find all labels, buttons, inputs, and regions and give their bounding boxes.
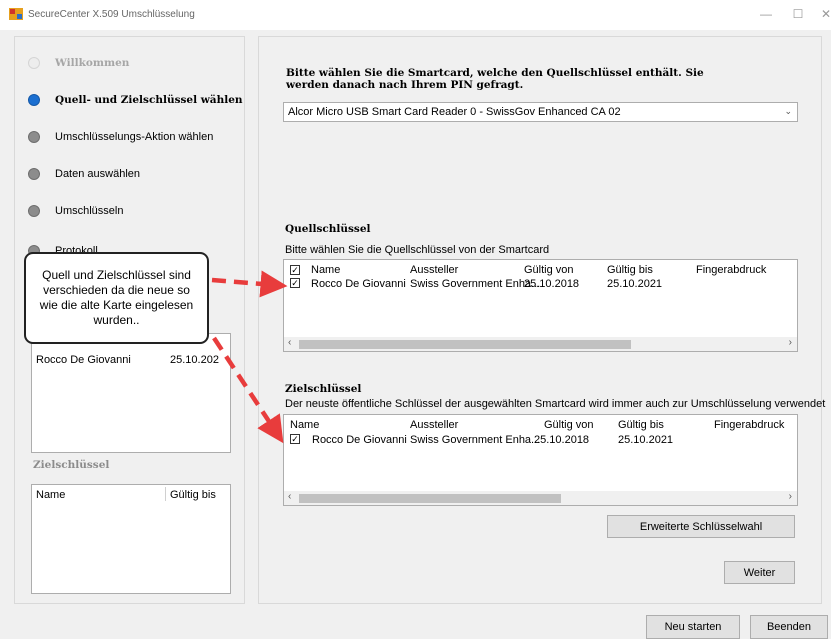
step-indicator-icon [28, 57, 40, 69]
restart-button[interactable]: Neu starten [646, 615, 740, 639]
scrollbar-thumb[interactable] [299, 494, 561, 503]
step-welcome: Willkommen [28, 53, 129, 73]
step-label: Umschlüsselungs-Aktion wählen [55, 131, 214, 143]
target-key-list[interactable]: Name Aussteller Gültig von Gültig bis Fi… [283, 414, 798, 506]
table-row[interactable]: ✓ Rocco De Giovanni Swiss Government Enh… [284, 275, 797, 291]
horizontal-scrollbar[interactable]: ‹ › [284, 337, 797, 351]
step-indicator-icon [28, 168, 40, 180]
step-label: Willkommen [55, 57, 130, 69]
cell-valid-from: 25.10.2018 [524, 278, 580, 290]
column-divider [165, 487, 166, 501]
row-checkbox[interactable]: ✓ [290, 278, 300, 288]
step-select-action: Umschlüsselungs-Aktion wählen [28, 127, 213, 147]
cell-valid-from: 25.10.2018 [534, 434, 590, 446]
quit-button[interactable]: Beenden [750, 615, 828, 639]
column-header-issuer[interactable]: Aussteller [410, 419, 458, 431]
select-all-checkbox[interactable]: ✓ [290, 265, 300, 275]
scroll-right-icon[interactable]: › [789, 491, 792, 502]
extended-key-selection-button[interactable]: Erweiterte Schlüsselwahl [607, 515, 795, 538]
list-item-date: 25.10.202 [170, 354, 219, 366]
left-target-key-list[interactable]: Name Gültig bis [31, 484, 231, 594]
left-target-key-title: Zielschlüssel [33, 459, 110, 471]
step-select-keys: Quell- und Zielschlüssel wählen [28, 90, 243, 110]
cell-valid-until: 25.10.2021 [618, 434, 674, 446]
cell-issuer: Swiss Government Enha... [410, 434, 541, 446]
card-reader-select[interactable]: Alcor Micro USB Smart Card Reader 0 - Sw… [283, 102, 798, 122]
minimize-button[interactable]: — [756, 7, 776, 21]
next-button[interactable]: Weiter [724, 561, 795, 584]
step-indicator-icon [28, 131, 40, 143]
title-bar: SecureCenter X.509 Umschlüsselung — ☐ ✕ [0, 0, 831, 30]
step-rekey: Umschlüsseln [28, 201, 123, 221]
cell-name: Rocco De Giovanni [311, 278, 406, 290]
scroll-left-icon[interactable]: ‹ [288, 491, 291, 502]
source-key-title: Quellschlüssel [285, 223, 371, 235]
horizontal-scrollbar[interactable]: ‹ › [284, 491, 797, 505]
column-header-valid-until[interactable]: Gültig bis [170, 489, 216, 501]
source-key-subtitle: Bitte wählen Sie die Quellschlüssel von … [285, 244, 550, 256]
table-row[interactable]: ✓ Rocco De Giovanni Swiss Government Enh… [284, 431, 797, 447]
column-header-fingerprint[interactable]: Fingerabdruck [714, 419, 784, 431]
step-label: Umschlüsseln [55, 205, 124, 217]
card-reader-value: Alcor Micro USB Smart Card Reader 0 - Sw… [288, 106, 621, 118]
target-key-subtitle: Der neuste öffentliche Schlüssel der aus… [285, 398, 826, 410]
step-label: Quell- und Zielschlüssel wählen [55, 94, 243, 106]
column-header-name[interactable]: Name [36, 489, 65, 501]
scrollbar-thumb[interactable] [299, 340, 631, 349]
cell-valid-until: 25.10.2021 [607, 278, 663, 290]
instruction-text: Bitte wählen Sie die Smartcard, welche d… [286, 67, 704, 91]
window-title: SecureCenter X.509 Umschlüsselung [28, 9, 195, 20]
maximize-button[interactable]: ☐ [788, 7, 808, 21]
step-select-data: Daten auswählen [28, 164, 140, 184]
left-source-key-list[interactable]: Rocco De Giovanni 25.10.202 [31, 333, 231, 453]
cell-issuer: Swiss Government Enha... [410, 278, 541, 290]
scroll-right-icon[interactable]: › [789, 337, 792, 348]
column-header-valid-from[interactable]: Gültig von [544, 419, 594, 431]
chevron-down-icon: ⌄ [784, 106, 792, 116]
target-key-title: Zielschlüssel [285, 383, 362, 395]
cell-name: Rocco De Giovanni [312, 434, 407, 446]
column-header-valid-until[interactable]: Gültig bis [618, 419, 664, 431]
source-key-list[interactable]: ✓ Name Aussteller Gültig von Gültig bis … [283, 259, 798, 352]
app-icon [9, 8, 23, 20]
scroll-left-icon[interactable]: ‹ [288, 337, 291, 348]
list-item-name: Rocco De Giovanni [36, 354, 131, 366]
close-button[interactable]: ✕ [816, 7, 831, 21]
row-checkbox[interactable]: ✓ [290, 434, 300, 444]
step-label: Daten auswählen [55, 168, 141, 180]
step-indicator-icon [28, 205, 40, 217]
step-indicator-icon [28, 94, 40, 106]
column-header-name[interactable]: Name [290, 419, 319, 431]
annotation-callout: Quell und Zielschlüssel sind verschieden… [24, 252, 209, 344]
